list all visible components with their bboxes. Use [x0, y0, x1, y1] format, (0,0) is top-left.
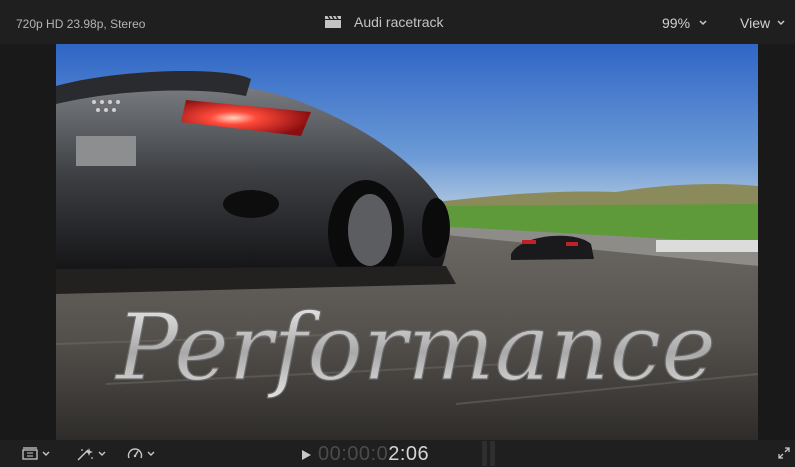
- chevron-down-icon: [98, 451, 106, 456]
- clapperboard-icon: [325, 15, 341, 28]
- overlay-title: Performance: [114, 294, 716, 401]
- view-label: View: [740, 15, 771, 31]
- retime-menu-icon: [127, 448, 143, 459]
- fullscreen-icon[interactable]: [777, 446, 791, 460]
- chevron-down-icon: [42, 451, 50, 456]
- timecode-inactive-digits: 00:00:0: [318, 443, 389, 465]
- viewer-header: 720p HD 23.98p, Stereo Audi racetrack 99…: [0, 0, 795, 44]
- audio-meter-stub: [482, 441, 495, 466]
- retime-menu[interactable]: [127, 447, 156, 461]
- format-info: 720p HD 23.98p, Stereo: [16, 17, 146, 31]
- video-frame-image: Performance: [56, 44, 758, 440]
- effects-menu[interactable]: [76, 447, 107, 461]
- zoom-value: 99%: [662, 15, 691, 31]
- audio-meter-bar: [482, 441, 487, 466]
- chevron-down-icon: [699, 20, 707, 26]
- zoom-menu[interactable]: 99%: [662, 15, 710, 31]
- timecode-active-digits: 2:06: [388, 443, 430, 465]
- transform-menu-icon: [22, 447, 38, 460]
- chevron-down-icon: [777, 20, 785, 26]
- transform-menu[interactable]: [22, 447, 51, 461]
- play-icon[interactable]: [300, 449, 312, 461]
- timecode-display[interactable]: 00:00:0 2:06: [300, 443, 429, 466]
- viewer-footer: 00:00:0 2:06: [0, 440, 795, 467]
- clip-title-group: Audi racetrack: [324, 14, 443, 30]
- chevron-down-icon: [147, 451, 155, 456]
- view-menu[interactable]: View: [740, 15, 788, 31]
- clip-name: Audi racetrack: [354, 14, 444, 30]
- effects-menu-icon: [77, 448, 93, 461]
- video-frame[interactable]: Performance: [56, 44, 758, 440]
- audio-meter-bar: [490, 441, 495, 466]
